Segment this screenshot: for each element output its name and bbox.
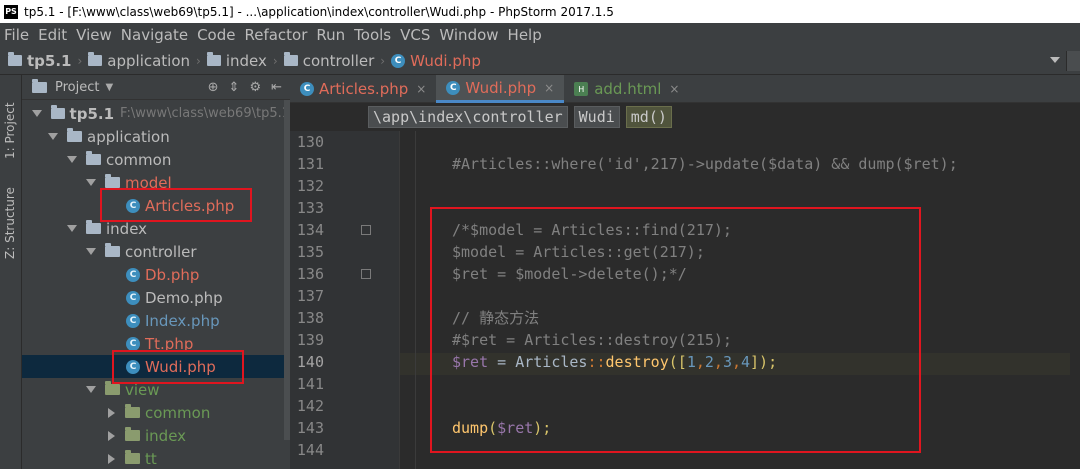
menu-refactor[interactable]: Refactor xyxy=(244,26,307,44)
chevron-down-icon[interactable]: ▼ xyxy=(105,82,113,93)
tree-item-view-tt[interactable]: tt xyxy=(22,447,290,469)
expand-arrow-icon[interactable] xyxy=(67,156,77,163)
breadcrumb-namespace[interactable]: \app\index\controller xyxy=(368,106,568,128)
menu-file[interactable]: File xyxy=(4,26,29,44)
collapse-arrow-icon[interactable] xyxy=(108,407,115,418)
menu-vcs[interactable]: VCS xyxy=(400,26,430,44)
folder-icon xyxy=(105,174,120,188)
project-panel: Project ▼ ⊕ ⇕ ⚙ ⇤ tp5.1 F:\www\class\web… xyxy=(22,75,290,469)
highlight-box-articles xyxy=(100,188,252,222)
project-panel-header: Project ▼ ⊕ ⇕ ⚙ ⇤ xyxy=(22,75,290,100)
php-class-icon: C xyxy=(300,82,314,96)
editor-scrollbar[interactable] xyxy=(1070,131,1080,469)
hide-panel-icon[interactable]: ⇤ xyxy=(271,80,282,95)
phpstorm-logo-icon: PS xyxy=(4,4,18,19)
folder-icon xyxy=(125,427,140,441)
tree-item-controller[interactable]: controller xyxy=(22,240,290,263)
tree-item-view-index[interactable]: index xyxy=(22,424,290,447)
expand-arrow-icon[interactable] xyxy=(32,110,42,117)
collapse-arrow-icon[interactable] xyxy=(108,430,115,441)
project-panel-title[interactable]: Project xyxy=(55,80,99,95)
editor-area: C Articles.php × C Wudi.php × H add.html… xyxy=(290,75,1080,469)
php-class-icon: C xyxy=(126,313,140,328)
folder-icon xyxy=(105,381,120,395)
nav-item-controller[interactable]: controller xyxy=(283,52,374,70)
folder-icon xyxy=(86,151,101,165)
php-class-icon: C xyxy=(391,53,406,68)
menu-window[interactable]: Window xyxy=(439,26,498,44)
nav-item-application[interactable]: application xyxy=(88,52,190,70)
close-icon[interactable]: × xyxy=(669,82,679,96)
folder-icon xyxy=(206,52,221,66)
tree-item-common[interactable]: common xyxy=(22,148,290,171)
menu-tools[interactable]: Tools xyxy=(354,26,391,44)
collapse-icon[interactable]: ⇕ xyxy=(229,80,240,95)
folder-icon xyxy=(8,52,22,66)
folder-icon xyxy=(51,105,65,119)
expand-arrow-icon[interactable] xyxy=(67,225,77,232)
php-class-icon: C xyxy=(126,290,140,305)
chevron-right-icon: › xyxy=(380,53,386,68)
chevron-right-icon: › xyxy=(272,53,278,68)
folder-icon xyxy=(105,243,120,257)
collapse-arrow-icon[interactable] xyxy=(108,453,115,464)
menu-view[interactable]: View xyxy=(76,26,112,44)
close-icon[interactable]: × xyxy=(416,82,426,96)
folder-icon xyxy=(88,52,103,66)
expand-arrow-icon[interactable] xyxy=(86,386,96,393)
chevron-right-icon: › xyxy=(77,53,83,68)
tool-window-strip: 1: Project Z: Structure xyxy=(0,75,22,469)
project-icon xyxy=(32,78,47,93)
editor-tab-bar: C Articles.php × C Wudi.php × H add.html… xyxy=(290,75,1080,103)
toolbar-button[interactable] xyxy=(1066,51,1080,71)
tab-wudi-php[interactable]: C Wudi.php × xyxy=(436,75,565,103)
nav-item-file[interactable]: C Wudi.php xyxy=(391,52,481,70)
tree-item-application[interactable]: application xyxy=(22,125,290,148)
folder-icon xyxy=(86,220,101,234)
tree-item-root[interactable]: tp5.1 F:\www\class\web69\tp5.1 xyxy=(22,102,290,125)
tree-item-index-php[interactable]: C Index.php xyxy=(22,309,290,332)
html-file-icon: H xyxy=(574,82,589,96)
locate-target-icon[interactable]: ⊕ xyxy=(208,80,219,95)
close-icon[interactable]: × xyxy=(544,81,554,95)
menu-run[interactable]: Run xyxy=(316,26,345,44)
indent-guide xyxy=(415,131,416,469)
code-line-131[interactable]: #Articles::where('id',217)->update($data… xyxy=(452,153,958,175)
tab-articles-php[interactable]: C Articles.php × xyxy=(290,75,436,103)
breadcrumb-class[interactable]: Wudi xyxy=(573,106,620,128)
php-class-icon: C xyxy=(126,267,140,282)
navigation-bar: tp5.1 › application › index › controller… xyxy=(0,47,1080,75)
tab-add-html[interactable]: H add.html × xyxy=(564,75,689,103)
highlight-box-wudi xyxy=(112,350,244,384)
php-class-icon: C xyxy=(126,336,140,351)
tree-item-view-common[interactable]: common xyxy=(22,401,290,424)
chevron-right-icon: › xyxy=(196,53,201,68)
expand-arrow-icon[interactable] xyxy=(48,133,58,140)
php-class-icon: C xyxy=(446,80,461,95)
menu-bar: File Edit View Navigate Code Refactor Ru… xyxy=(0,23,1080,47)
menu-edit[interactable]: Edit xyxy=(38,26,67,44)
tree-item-demo-php[interactable]: C Demo.php xyxy=(22,286,290,309)
nav-item-project[interactable]: tp5.1 xyxy=(8,52,71,70)
expand-arrow-icon[interactable] xyxy=(86,248,96,255)
tree-item-db-php[interactable]: C Db.php xyxy=(22,263,290,286)
folder-icon xyxy=(67,128,82,142)
folder-icon xyxy=(125,404,140,418)
breadcrumb-method[interactable]: md() xyxy=(625,106,672,128)
tab-structure-tool[interactable]: Z: Structure xyxy=(3,177,17,259)
expand-arrow-icon[interactable] xyxy=(86,179,96,186)
folder-icon xyxy=(125,450,140,464)
run-config-dropdown-icon[interactable] xyxy=(1050,57,1060,63)
menu-navigate[interactable]: Navigate xyxy=(121,26,188,44)
nav-item-index[interactable]: index xyxy=(206,52,267,70)
highlight-box-code xyxy=(430,207,921,453)
gear-icon[interactable]: ⚙ xyxy=(249,80,261,95)
code-breadcrumbs: \app\index\controller Wudi md() xyxy=(368,106,672,128)
menu-code[interactable]: Code xyxy=(197,26,235,44)
menu-help[interactable]: Help xyxy=(508,26,542,44)
title-bar: PS tp5.1 - [F:\www\class\web69\tp5.1] - … xyxy=(0,0,1080,23)
window-title: tp5.1 - [F:\www\class\web69\tp5.1] - ...… xyxy=(24,4,614,19)
tab-project-tool[interactable]: 1: Project xyxy=(3,87,17,159)
folder-icon xyxy=(283,52,298,66)
